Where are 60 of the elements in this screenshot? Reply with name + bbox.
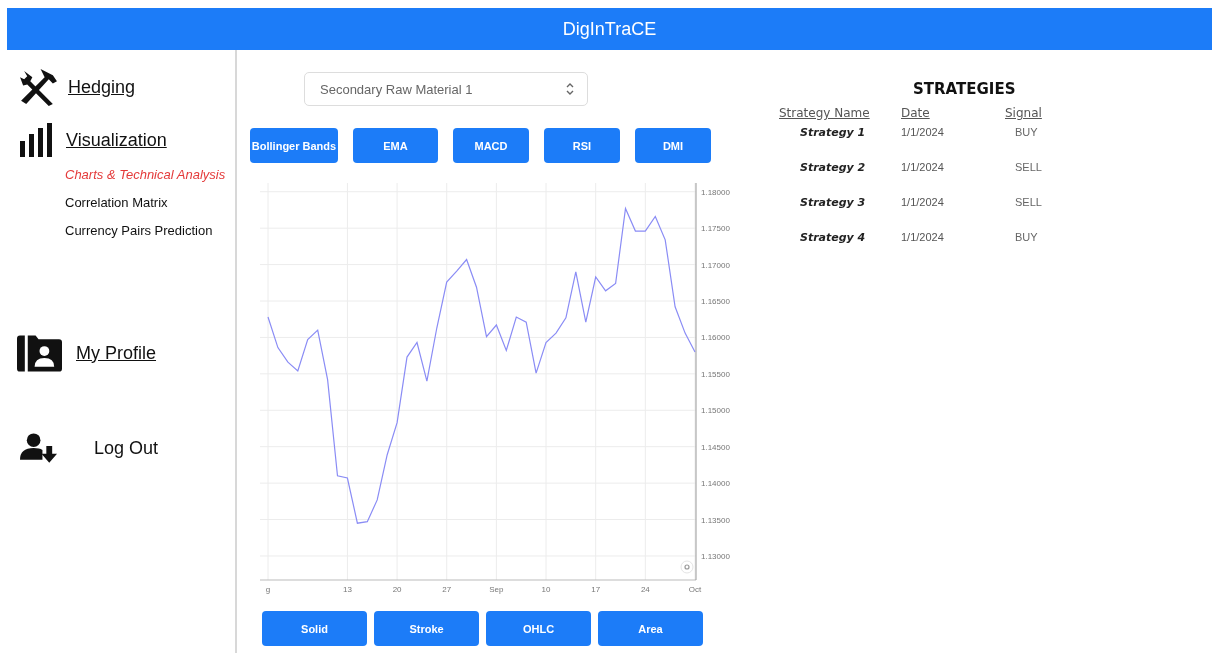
chart-type-button[interactable]: Stroke bbox=[374, 611, 479, 646]
indicator-button[interactable]: EMA bbox=[353, 128, 438, 163]
y-tick-label: 1.17500 bbox=[701, 224, 730, 234]
y-tick-label: 1.16500 bbox=[701, 297, 730, 306]
profile-folder-icon bbox=[17, 334, 62, 372]
y-tick-label: 1.15500 bbox=[701, 369, 730, 379]
strategy-name: Strategy 3 bbox=[799, 196, 867, 211]
settings-icon[interactable] bbox=[680, 560, 694, 574]
signal-cell-text: BUY bbox=[1014, 126, 1039, 140]
material-select[interactable]: Secondary Raw Material 1 bbox=[304, 72, 588, 106]
hedging-link[interactable]: Hedging bbox=[68, 77, 136, 98]
signal-cell-text: SELL bbox=[1014, 161, 1043, 175]
user-down-arrow-icon bbox=[20, 432, 59, 464]
strategies-title: STRATEGIES bbox=[913, 80, 1017, 98]
chart-type-button[interactable]: Area bbox=[598, 611, 703, 646]
up-down-chevron-icon bbox=[565, 81, 575, 97]
x-tick-label: Oct bbox=[688, 585, 702, 594]
x-tick-label: 24 bbox=[640, 585, 650, 594]
column-header: Signal bbox=[1005, 106, 1043, 122]
x-tick-label: 27 bbox=[442, 585, 452, 594]
strategy-name: Strategy 2 bbox=[799, 161, 867, 176]
x-tick-label: 17 bbox=[591, 585, 601, 594]
y-tick-label: 1.14500 bbox=[701, 442, 730, 452]
indicator-button[interactable]: DMI bbox=[635, 128, 711, 163]
x-tick-label: 10 bbox=[541, 585, 551, 594]
x-tick-label: g bbox=[265, 585, 271, 594]
date-cell-text: 1/1/2024 bbox=[900, 196, 945, 210]
bar-chart-icon bbox=[20, 123, 52, 157]
y-tick-label: 1.15000 bbox=[701, 406, 730, 416]
column-header: Strategy Name bbox=[779, 106, 871, 122]
y-tick-label: 1.13000 bbox=[701, 551, 730, 561]
date-cell-text: 1/1/2024 bbox=[900, 126, 945, 140]
y-tick-label: 1.18000 bbox=[701, 187, 730, 197]
visualization-link[interactable]: Visualization bbox=[66, 129, 167, 151]
x-tick-label: 13 bbox=[343, 585, 352, 594]
x-tick-label: Sep bbox=[489, 585, 504, 594]
y-tick-label: 1.16000 bbox=[701, 333, 730, 343]
indicator-button[interactable]: RSI bbox=[544, 128, 620, 163]
y-tick-label: 1.14000 bbox=[701, 479, 730, 489]
submenu-item[interactable]: Charts & Technical Analysis bbox=[65, 166, 235, 183]
date-cell-text: 1/1/2024 bbox=[900, 231, 945, 245]
date-cell-text: 1/1/2024 bbox=[900, 161, 945, 175]
chart-type-button[interactable]: Solid bbox=[262, 611, 367, 646]
log-out-button[interactable]: Log Out bbox=[94, 437, 159, 459]
strategy-name: Strategy 4 bbox=[799, 231, 867, 246]
chart-type-button[interactable]: OHLC bbox=[486, 611, 591, 646]
submenu-item[interactable]: Currency Pairs Prediction bbox=[65, 222, 235, 239]
signal-cell-text: BUY bbox=[1014, 231, 1039, 245]
y-tick-label: 1.13500 bbox=[701, 515, 730, 525]
app-title: DigInTraCE bbox=[562, 18, 657, 40]
x-tick-label: 20 bbox=[392, 585, 402, 594]
my-profile-link[interactable]: My Profile bbox=[76, 342, 156, 364]
strategy-name: Strategy 1 bbox=[799, 126, 867, 141]
y-tick-label: 1.17000 bbox=[701, 260, 730, 270]
column-header: Date bbox=[901, 106, 931, 122]
indicator-button[interactable]: Bollinger Bands bbox=[250, 128, 338, 163]
tools-icon bbox=[18, 67, 59, 108]
indicator-button[interactable]: MACD bbox=[453, 128, 529, 163]
signal-cell-text: SELL bbox=[1014, 196, 1043, 210]
submenu-item[interactable]: Correlation Matrix bbox=[65, 194, 235, 211]
